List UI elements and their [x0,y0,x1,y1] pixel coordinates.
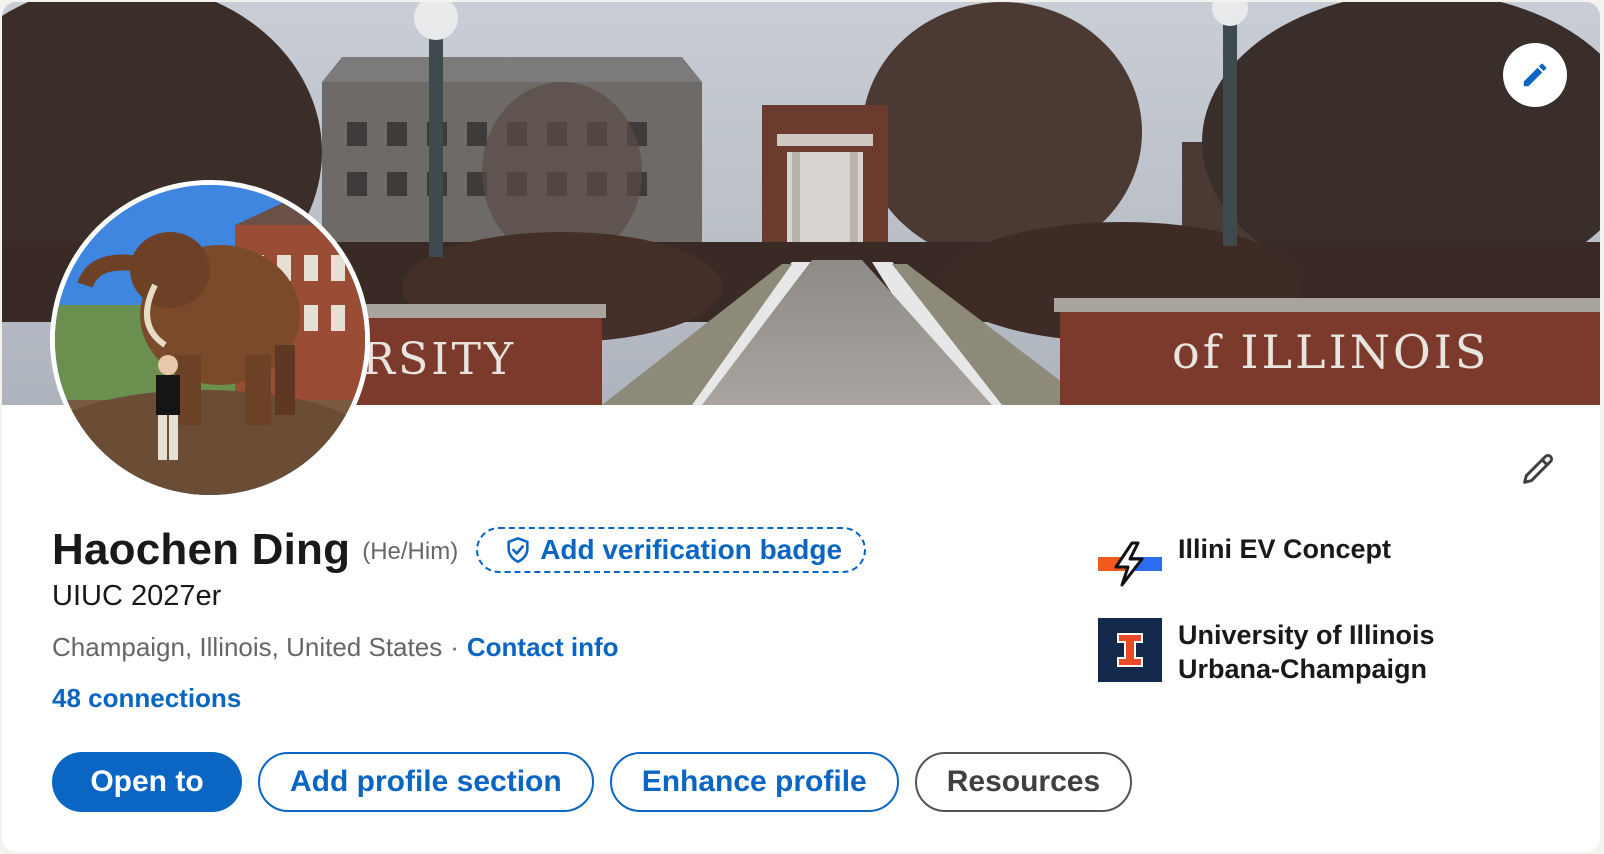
org-name: Illini EV Concept [1178,534,1392,564]
location-row: Champaign, Illinois, United States · Con… [52,632,619,663]
pencil-icon [1523,453,1554,484]
banner-sign-left: RSITY [362,334,516,385]
profile-pronouns: (He/Him) [362,538,459,565]
org-name-line2: Urbana-Champaign [1178,654,1428,684]
lightning-bolt-logo [1098,532,1162,596]
block-i-logo [1098,618,1162,682]
enhance-profile-button[interactable]: Enhance profile [609,752,899,812]
profile-name: Haochen Ding [52,525,351,574]
separator-dot: · [450,632,459,662]
contact-info-link[interactable]: Contact info [467,632,619,663]
pencil-icon [1523,63,1547,87]
profile-photo-image [55,185,365,495]
edit-intro-button[interactable] [1516,447,1560,491]
banner-sign-right: of ILLINOIS [1172,325,1489,379]
add-profile-section-button[interactable]: Add profile section [258,752,594,812]
org-item-uiuc[interactable]: University of Illinois Urbana-Champaign [1098,618,1558,686]
add-verification-badge-button[interactable]: Add verification badge [476,527,867,573]
shield-check-icon [507,536,529,564]
profile-top-card: RSITY of ILLINOIS Haochen Ding (He/Him) … [2,2,1600,852]
connections-link[interactable]: 48 connections [52,683,241,714]
edit-banner-button[interactable] [1503,43,1567,107]
profile-organizations: Illini EV Concept University of Illinois… [1098,532,1558,708]
name-row: Haochen Ding (He/Him) Add verification b… [52,525,867,575]
org-name-line1: University of Illinois [1178,620,1435,650]
profile-actions: Open to Add profile section Enhance prof… [52,752,1133,812]
profile-location: Champaign, Illinois, United States [52,632,443,662]
profile-headline: UIUC 2027er [52,580,222,612]
resources-button[interactable]: Resources [914,752,1133,812]
verification-label: Add verification badge [540,534,843,565]
org-item-illini-ev[interactable]: Illini EV Concept [1098,532,1558,596]
org-name: University of Illinois Urbana-Champaign [1178,618,1435,686]
open-to-button[interactable]: Open to [52,752,242,812]
profile-photo[interactable] [50,180,370,500]
